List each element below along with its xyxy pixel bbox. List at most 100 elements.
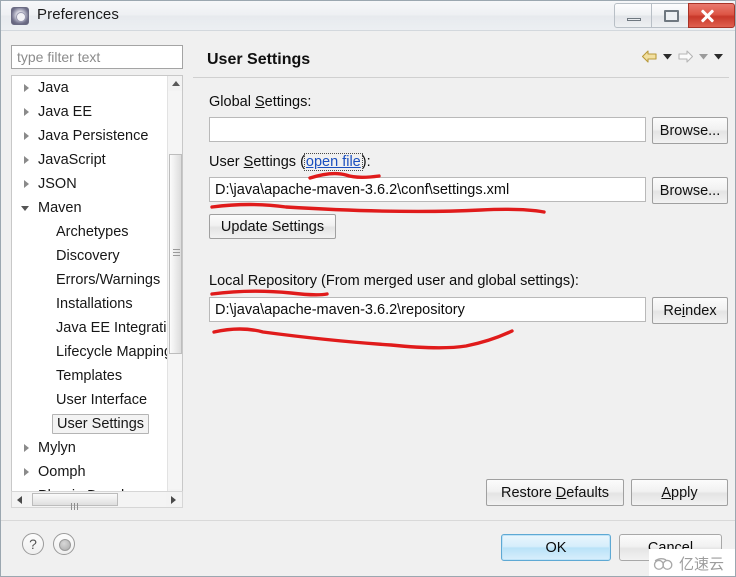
chevron-right-icon[interactable] — [20, 465, 34, 479]
chevron-right-icon[interactable] — [20, 441, 34, 455]
apply-mnemonic: A — [661, 484, 672, 501]
minimize-icon — [627, 18, 641, 21]
tree-item-label: Java EE Integration — [56, 320, 183, 336]
chevron-down-icon[interactable] — [20, 201, 34, 215]
tree-item-label: Errors/Warnings — [56, 272, 161, 288]
footer-divider — [1, 520, 735, 521]
restore-defaults-button[interactable]: Restore Defaults — [486, 479, 624, 506]
watermark-text: 亿速云 — [679, 555, 725, 573]
tree-item-user-settings[interactable]: User Settings — [12, 412, 174, 436]
global-settings-label: Global Settings: — [209, 94, 312, 110]
restore-button[interactable] — [651, 3, 689, 28]
navigation-toolbar — [641, 49, 724, 64]
chevron-right-icon[interactable] — [20, 153, 34, 167]
window-controls — [614, 3, 735, 28]
minimize-button[interactable] — [614, 3, 652, 28]
tree-horizontal-scrollbar[interactable] — [11, 491, 183, 510]
scroll-up-arrow-icon[interactable] — [168, 76, 182, 91]
tree-item-label: Java — [38, 80, 69, 96]
tree-item-label: Discovery — [56, 248, 120, 264]
tree-item-templates[interactable]: Templates — [12, 364, 174, 388]
tree-item-user-interface[interactable]: User Interface — [12, 388, 174, 412]
scroll-right-arrow-icon[interactable] — [166, 492, 182, 507]
tree-item-mylyn[interactable]: Mylyn — [12, 436, 174, 460]
ok-button[interactable]: OK — [501, 534, 611, 561]
tree-item-maven[interactable]: Maven — [12, 196, 174, 220]
update-settings-button[interactable]: Update Settings — [209, 214, 336, 239]
cloud-logo-icon — [653, 557, 673, 570]
reindex-button[interactable]: Reindex — [652, 297, 728, 324]
local-repository-input[interactable] — [209, 297, 646, 322]
filter-input-wrapper — [11, 45, 183, 69]
tree-item-label: JSON — [38, 176, 77, 192]
forward-arrow-icon — [677, 49, 694, 64]
tree-item-discovery[interactable]: Discovery — [12, 244, 174, 268]
tree-item-label: JavaScript — [38, 152, 106, 168]
apply-button[interactable]: Apply — [631, 479, 728, 506]
global-settings-mnemonic: S — [254, 94, 265, 110]
chevron-right-icon[interactable] — [20, 129, 34, 143]
open-file-link[interactable]: open file — [303, 153, 363, 171]
chevron-right-icon[interactable] — [20, 177, 34, 191]
close-icon — [689, 4, 734, 27]
view-menu-icon[interactable] — [713, 52, 724, 61]
back-arrow-icon[interactable] — [641, 49, 658, 64]
chevron-right-icon[interactable] — [20, 81, 34, 95]
preferences-tree[interactable]: Java Java EE Java Persistence JavaScript JSO… — [11, 75, 183, 505]
user-settings-mnemonic: S — [243, 154, 254, 170]
restore-defaults-mnemonic: D — [555, 484, 567, 501]
tree-item-java-ee-integration[interactable]: Java EE Integration — [12, 316, 182, 340]
circle-dot-icon[interactable] — [53, 533, 75, 555]
tree-item-label: Java Persistence — [38, 128, 149, 144]
tree-item-list: Java Java EE Java Persistence JavaScript JSO… — [12, 76, 182, 504]
scroll-grip-icon — [173, 249, 180, 259]
tree-item-lifecycle-mappings[interactable]: Lifecycle Mappings — [12, 340, 179, 364]
window-title: Preferences — [37, 6, 119, 23]
panel-divider — [193, 77, 729, 78]
tree-item-javascript[interactable]: JavaScript — [12, 148, 174, 172]
preferences-dialog: Preferences JavaJava EEJava PersistenceJ… — [0, 0, 736, 577]
tree-item-label: Java EE — [38, 104, 92, 120]
chevron-right-icon[interactable] — [20, 105, 34, 119]
forward-dropdown-icon — [698, 52, 709, 61]
page-title: User Settings — [207, 51, 311, 68]
horizontal-scroll-thumb[interactable] — [32, 493, 118, 510]
tree-item-label: Oomph — [38, 464, 86, 480]
user-settings-browse-button[interactable]: Browse... — [652, 177, 728, 204]
tree-item-label: Installations — [56, 296, 133, 312]
tree-item-java-persistence[interactable]: Java Persistence — [12, 124, 174, 148]
tree-item-label: Templates — [56, 368, 123, 384]
tree-item-archetypes[interactable]: Archetypes — [12, 220, 174, 244]
settings-panel: User Settings Global Settings: Browse...… — [193, 39, 729, 519]
scroll-left-arrow-icon[interactable] — [12, 492, 28, 507]
filter-input[interactable] — [11, 45, 183, 69]
watermark: 亿速云 — [649, 549, 735, 576]
tree-item-label: Archetypes — [56, 224, 129, 240]
local-repository-label: Local Repository (From merged user and g… — [209, 273, 579, 289]
back-dropdown-icon[interactable] — [662, 52, 673, 61]
close-button[interactable] — [688, 3, 735, 28]
vertical-scroll-thumb[interactable] — [169, 154, 182, 354]
help-question-icon[interactable] — [22, 533, 44, 555]
tree-item-label: Maven — [38, 200, 82, 216]
tree-item-java[interactable]: Java — [12, 76, 174, 100]
tree-item-errors-warnings[interactable]: Errors/Warnings — [12, 268, 174, 292]
scroll-grip-icon — [71, 497, 80, 510]
global-settings-browse-button[interactable]: Browse... — [652, 117, 728, 144]
tree-item-java-ee[interactable]: Java EE — [12, 100, 174, 124]
global-settings-input[interactable] — [209, 117, 646, 142]
preferences-gear-icon — [11, 7, 29, 25]
user-settings-label: User Settings (open file): — [209, 153, 371, 171]
tree-item-label: Mylyn — [38, 440, 76, 456]
tree-item-label: User Interface — [56, 392, 148, 408]
user-settings-input[interactable] — [209, 177, 646, 202]
restore-icon — [664, 10, 679, 22]
tree-item-label: Lifecycle Mappings — [56, 344, 180, 360]
tree-item-label: User Settings — [52, 414, 150, 434]
reindex-mnemonic: i — [681, 302, 686, 319]
tree-vertical-scrollbar[interactable] — [167, 76, 182, 504]
title-bar: Preferences — [1, 1, 735, 31]
tree-item-json[interactable]: JSON — [12, 172, 174, 196]
tree-item-installations[interactable]: Installations — [12, 292, 174, 316]
tree-item-oomph[interactable]: Oomph — [12, 460, 174, 484]
